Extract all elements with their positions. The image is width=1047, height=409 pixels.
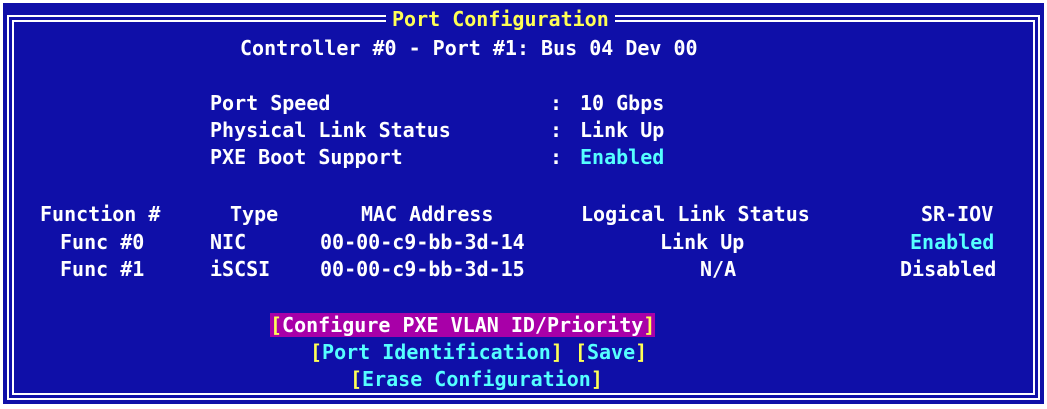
row1-type: iSCSI: [210, 257, 271, 281]
port-identification-button[interactable]: [Port Identification]: [310, 340, 563, 364]
pxe-boot-support-label: PXE Boot Support: [210, 145, 403, 169]
bracket-close: ]: [635, 340, 648, 364]
port-speed-colon: :: [550, 91, 563, 115]
row1-sriov[interactable]: Disabled: [900, 257, 996, 281]
bracket-open: [: [574, 340, 587, 364]
bracket-close: ]: [550, 340, 563, 364]
bracket-open: [: [270, 313, 283, 337]
row0-mac: 00-00-c9-bb-3d-14: [320, 230, 525, 254]
port-speed-value: 10 Gbps: [580, 91, 665, 115]
save-label: Save: [586, 340, 636, 364]
row0-type: NIC: [210, 230, 247, 254]
configure-pxe-vlan-button[interactable]: [Configure PXE VLAN ID/Priority]: [270, 313, 656, 337]
row0-sriov[interactable]: Enabled: [910, 230, 994, 254]
header-mac-address: MAC Address: [361, 202, 494, 226]
erase-configuration-label: Erase Configuration: [362, 367, 591, 391]
bracket-open: [: [310, 340, 323, 364]
port-speed-label: Port Speed: [210, 91, 331, 115]
pxe-boot-support-colon: :: [550, 145, 563, 169]
row1-mac: 00-00-c9-bb-3d-15: [320, 257, 525, 281]
header-type: Type: [230, 202, 279, 226]
port-identification-label: Port Identification: [322, 340, 551, 364]
controller-port-subtitle: Controller #0 - Port #1: Bus 04 Dev 00: [240, 36, 698, 60]
configure-pxe-vlan-highlight[interactable]: [Configure PXE VLAN ID/Priority]: [270, 313, 656, 337]
dialog-border-inner: [12, 20, 1035, 395]
header-function: Function #: [40, 202, 161, 226]
screen: Port Configuration Controller #0 - Port …: [0, 0, 1047, 409]
header-logical-link-status: Logical Link Status: [581, 202, 810, 226]
row0-logical-link: Link Up: [660, 230, 745, 254]
configure-pxe-vlan-label: Configure PXE VLAN ID/Priority: [282, 313, 644, 337]
physical-link-status-colon: :: [550, 118, 563, 142]
erase-configuration-button[interactable]: [Erase Configuration]: [350, 367, 603, 391]
bracket-close: ]: [590, 367, 603, 391]
save-button[interactable]: [Save]: [575, 340, 647, 364]
port-identification-save-line: [Port Identification] [Save]: [310, 340, 647, 364]
physical-link-status-label: Physical Link Status: [210, 118, 451, 142]
row1-logical-link: N/A: [700, 257, 737, 281]
physical-link-status-value: Link Up: [580, 118, 665, 142]
port-configuration-dialog: Port Configuration Controller #0 - Port …: [3, 3, 1044, 404]
row0-function: Func #0: [60, 230, 145, 254]
bracket-close: ]: [643, 313, 656, 337]
bracket-open: [: [350, 367, 363, 391]
header-sr-iov: SR-IOV: [921, 202, 994, 226]
pxe-boot-support-value[interactable]: Enabled: [580, 145, 664, 169]
dialog-title: Port Configuration: [386, 7, 615, 31]
row1-function: Func #1: [60, 257, 145, 281]
